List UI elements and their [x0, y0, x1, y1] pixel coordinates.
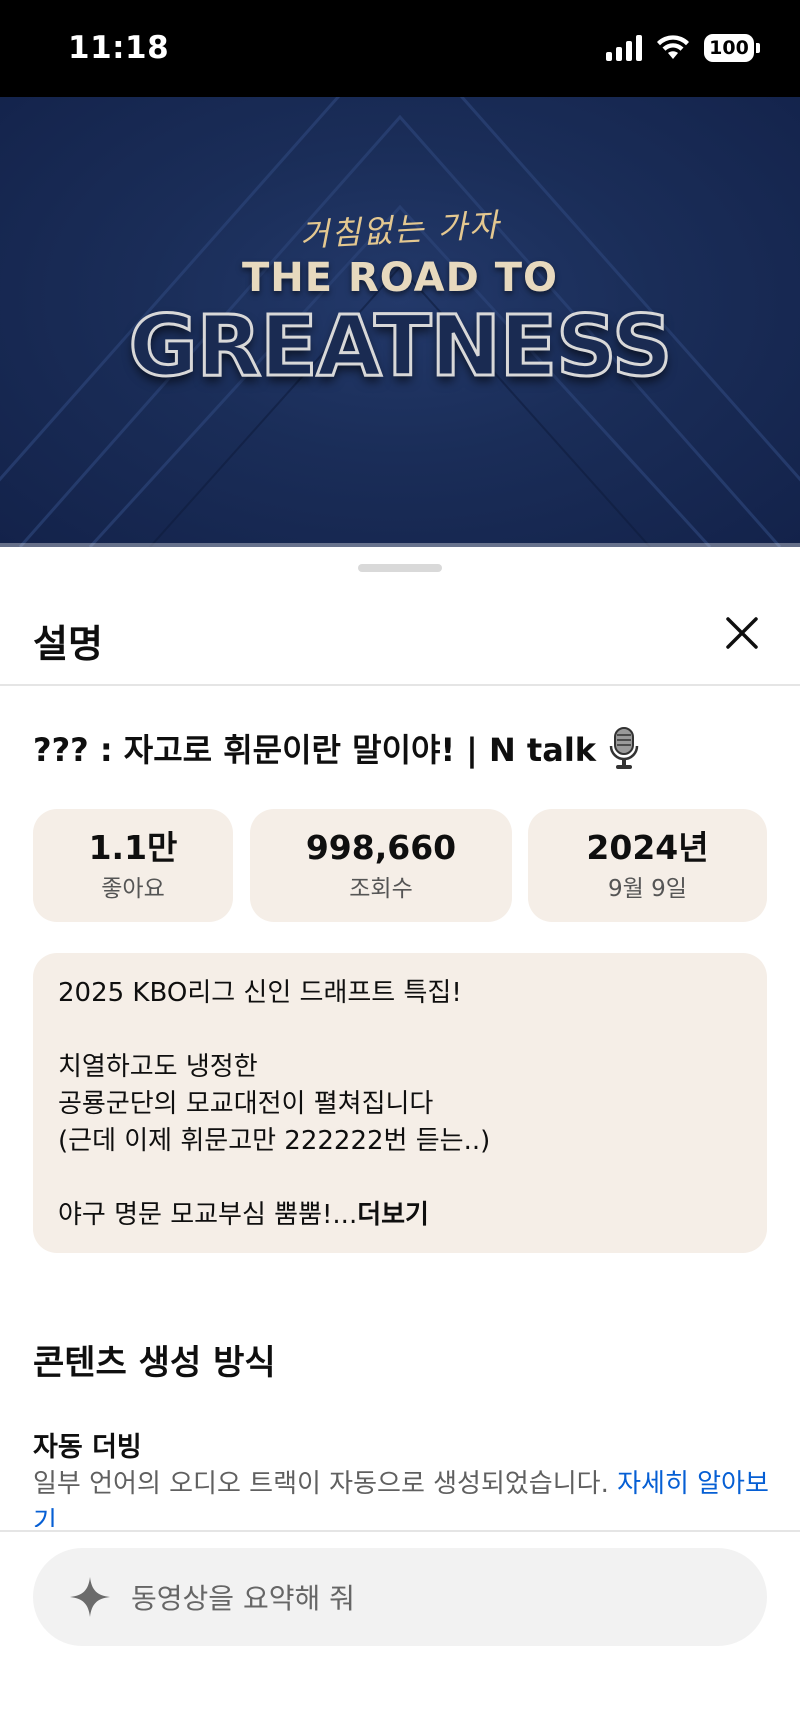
description-line: 야구 명문 모교부심 뿜뿜!... [58, 1200, 358, 1230]
microphone-icon [609, 727, 639, 769]
signal-icon [606, 35, 642, 61]
date-day: 9월 9일 [608, 875, 687, 902]
views-value: 998,660 [305, 828, 457, 867]
description-line: 공룡군단의 모교대전이 펼쳐집니다 [58, 1089, 434, 1119]
wifi-icon [656, 35, 690, 61]
likes-stat: 1.1만 좋아요 [33, 809, 233, 922]
description-line [58, 1160, 742, 1197]
content-section-heading: 콘텐츠 생성 방식 [33, 1343, 276, 1383]
description-line: 2025 KBO리그 신인 드래프트 특집! [58, 978, 462, 1008]
video-player[interactable]: 거침없는 가자 THE ROAD TO GREATNESS [0, 97, 800, 547]
battery-icon: 100 [704, 34, 760, 62]
video-subtitle: THE ROAD TO [241, 255, 559, 301]
auto-dub-description: 일부 언어의 오디오 트랙이 자동으로 생성되었습니다. [33, 1469, 609, 1499]
close-button[interactable] [712, 603, 772, 663]
more-link[interactable]: 더보기 [357, 1200, 429, 1230]
drag-handle[interactable] [358, 564, 442, 572]
description-box[interactable]: 2025 KBO리그 신인 드래프트 특집! 치열하고도 냉정한 공룡군단의 모… [33, 953, 767, 1253]
ask-summary-bar[interactable]: 동영상을 요약해 줘 [33, 1548, 767, 1646]
date-stat: 2024년 9월 9일 [528, 809, 767, 922]
close-icon [726, 617, 758, 649]
battery-level: 100 [704, 34, 754, 62]
views-stat: 998,660 조회수 [250, 809, 512, 922]
description-sheet: 설명 ??? : 자고로 휘문이란 말이야! | N talk 1.1만 좋아요… [0, 547, 800, 1732]
date-year: 2024년 [586, 828, 709, 867]
video-title-art: GREATNESS [127, 296, 674, 397]
views-label: 조회수 [349, 875, 413, 902]
description-line: (근데 이제 휘문고만 222222번 듣는..) [58, 1126, 491, 1156]
video-title: ??? : 자고로 휘문이란 말이야! | N talk [33, 725, 640, 771]
status-bar: 11:18 100 [0, 0, 800, 97]
header-divider [0, 684, 800, 686]
auto-dub-text: 일부 언어의 오디오 트랙이 자동으로 생성되었습니다. 자세히 알아보기 [33, 1465, 773, 1527]
likes-value: 1.1만 [88, 828, 178, 867]
sparkle-icon [70, 1577, 110, 1617]
sheet-title: 설명 [33, 622, 103, 666]
status-icons: 100 [606, 34, 760, 62]
video-title-text: ??? : 자고로 휘문이란 말이야! | N talk [33, 731, 597, 769]
description-line: 치열하고도 냉정한 [58, 1052, 258, 1082]
status-time: 11:18 [68, 30, 170, 66]
ask-placeholder: 동영상을 요약해 줘 [131, 1582, 355, 1615]
auto-dub-title: 자동 더빙 [33, 1432, 142, 1463]
description-line [58, 1012, 742, 1049]
likes-label: 좋아요 [101, 875, 165, 902]
description-last-line: 야구 명문 모교부심 뿜뿜!...더보기 [58, 1197, 742, 1234]
